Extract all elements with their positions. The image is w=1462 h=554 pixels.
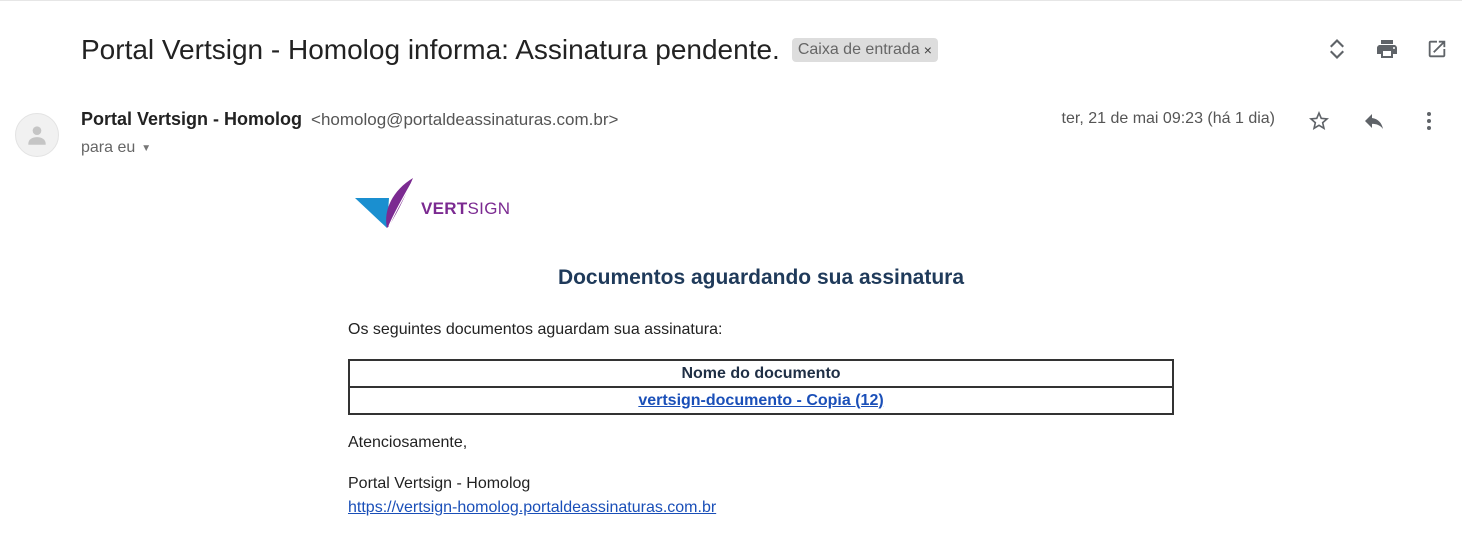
recipient-text: para eu xyxy=(81,139,136,156)
label-chip-text: Caixa de entrada xyxy=(797,41,920,58)
vertsign-logo-text: VERTSIGN xyxy=(421,199,511,218)
sender-email: <homolog@portaldeassinaturas.com.br> xyxy=(311,110,619,129)
print-button[interactable] xyxy=(1362,34,1412,64)
show-details-dropdown[interactable]: ▼ xyxy=(141,143,151,154)
star-button[interactable] xyxy=(1291,106,1346,136)
table-row: vertsign-documento - Copia (12) xyxy=(348,386,1174,415)
vertsign-logo: VERTSIGN xyxy=(353,176,510,232)
reply-button[interactable] xyxy=(1346,106,1401,136)
star-icon xyxy=(1308,111,1329,130)
email-subject: Portal Vertsign - Homolog informa: Assin… xyxy=(81,34,780,65)
thread-actions xyxy=(1312,34,1462,64)
signature-link[interactable]: https://vertsign-homolog.portaldeassinat… xyxy=(348,499,716,517)
remove-label-button[interactable]: × xyxy=(924,38,932,62)
recipient-line: para eu ▼ xyxy=(81,139,151,157)
open-in-new-icon xyxy=(1428,40,1446,58)
sender-line: Portal Vertsign - Homolog <homolog@porta… xyxy=(81,109,618,130)
document-link[interactable]: vertsign-documento - Copia (12) xyxy=(638,392,883,409)
intro-text: Os seguintes documentos aguardam sua ass… xyxy=(348,321,723,338)
subject-row: Portal Vertsign - Homolog informa: Assin… xyxy=(81,30,938,70)
label-chip-inbox[interactable]: Caixa de entrada × xyxy=(791,38,938,62)
top-divider xyxy=(0,0,1462,1)
open-new-window-button[interactable] xyxy=(1412,34,1462,64)
person-icon xyxy=(28,126,46,145)
vertsign-logo-mark xyxy=(355,178,413,228)
signature-name: Portal Vertsign - Homolog xyxy=(348,475,531,492)
email-headline: Documentos aguardando sua assinatura xyxy=(557,266,965,289)
expand-all-button[interactable] xyxy=(1312,34,1362,64)
sender-avatar xyxy=(15,113,59,157)
table-cell: vertsign-documento - Copia (12) xyxy=(348,386,1174,415)
print-icon xyxy=(1377,40,1397,58)
email-date: ter, 21 de mai 09:23 (há 1 dia) xyxy=(1061,110,1275,127)
table-header-document-name: Nome do documento xyxy=(348,359,1174,388)
sender-name[interactable]: Portal Vertsign - Homolog xyxy=(81,109,302,129)
closing-text: Atenciosamente, xyxy=(348,434,468,451)
message-actions xyxy=(1291,106,1456,136)
more-vert-icon xyxy=(1426,112,1431,130)
documents-table: Nome do documento vertsign-documento - C… xyxy=(348,359,1174,415)
unfold-icon xyxy=(1330,39,1344,59)
more-options-button[interactable] xyxy=(1401,106,1456,136)
reply-icon xyxy=(1364,114,1383,129)
